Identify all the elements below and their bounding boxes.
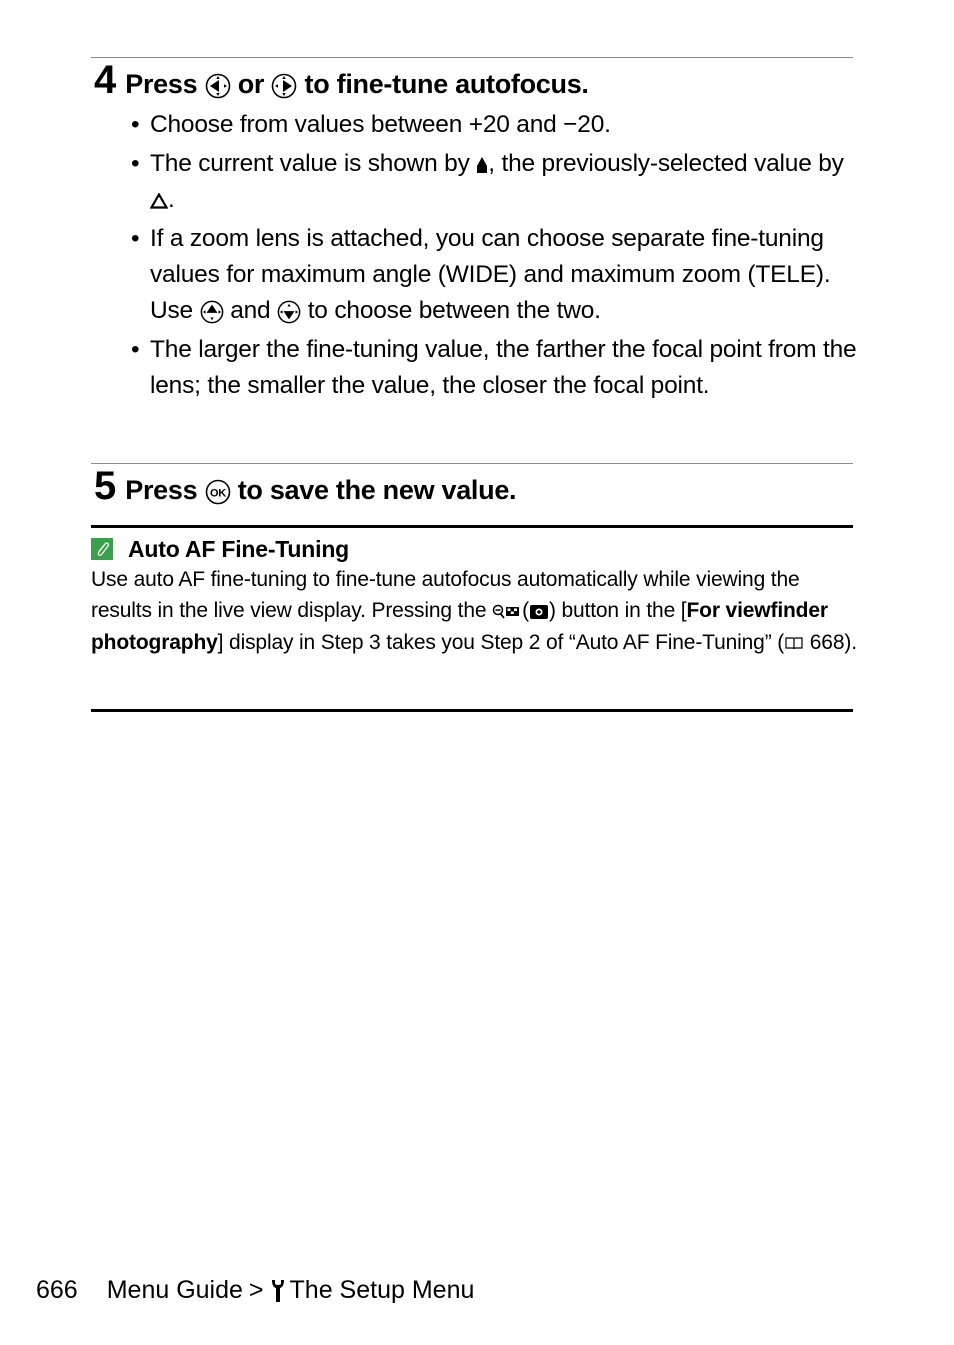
- metering-icon: [529, 603, 549, 621]
- wrench-icon: [270, 1278, 286, 1304]
- note-box: Auto AF Fine-Tuning Use auto AF fine-tun…: [91, 534, 861, 658]
- step-5-heading: 5 Press OK to save the new value.: [94, 464, 517, 508]
- step-number: 4: [94, 58, 116, 102]
- page-number: 666: [36, 1276, 78, 1304]
- step-4-heading: 4 Press or to fine-tune autofocus.: [94, 58, 589, 102]
- list-item: • If a zoom lens is attached, you can cho…: [131, 225, 831, 324]
- list-item: • The current value is shown by , the pre…: [131, 150, 844, 213]
- page-reference-book-icon: [784, 635, 804, 651]
- note-top-rule: [91, 525, 853, 528]
- section-divider: [91, 57, 853, 58]
- breadcrumb: Menu Guide > The Setup Menu: [107, 1276, 475, 1305]
- breadcrumb-menu[interactable]: The Setup Menu: [290, 1276, 475, 1305]
- multi-selector-down-icon: [277, 300, 301, 324]
- multi-selector-left-icon: [205, 73, 231, 99]
- page-footer: 666 Menu Guide > The Setup Menu: [36, 1276, 474, 1305]
- step-number: 5: [94, 464, 116, 508]
- note-title: Auto AF Fine-Tuning: [128, 535, 350, 562]
- note-bottom-rule: [91, 709, 853, 712]
- current-value-marker-icon: [476, 156, 488, 174]
- step-4-bullets: • Choose from values between +20 and −20.…: [131, 107, 861, 407]
- section-divider: [91, 463, 853, 464]
- list-item: • Choose from values between +20 and −20.: [131, 111, 611, 138]
- breadcrumb-section[interactable]: Menu Guide: [107, 1276, 243, 1305]
- page-reference-link[interactable]: 668: [810, 631, 845, 654]
- svg-text:OK: OK: [210, 487, 226, 499]
- multi-selector-right-icon: [271, 73, 297, 99]
- breadcrumb-separator: >: [248, 1276, 264, 1304]
- multi-selector-up-icon: [200, 300, 224, 324]
- previous-value-marker-icon: [150, 192, 168, 209]
- note-body: Use auto AF fine-tuning to fine-tune aut…: [91, 568, 857, 654]
- list-item: • The larger the fine-tuning value, the f…: [131, 336, 857, 399]
- ok-button-icon: OK: [205, 479, 231, 505]
- pencil-note-icon: [91, 538, 113, 560]
- zoom-out-thumbnail-icon: [492, 603, 522, 621]
